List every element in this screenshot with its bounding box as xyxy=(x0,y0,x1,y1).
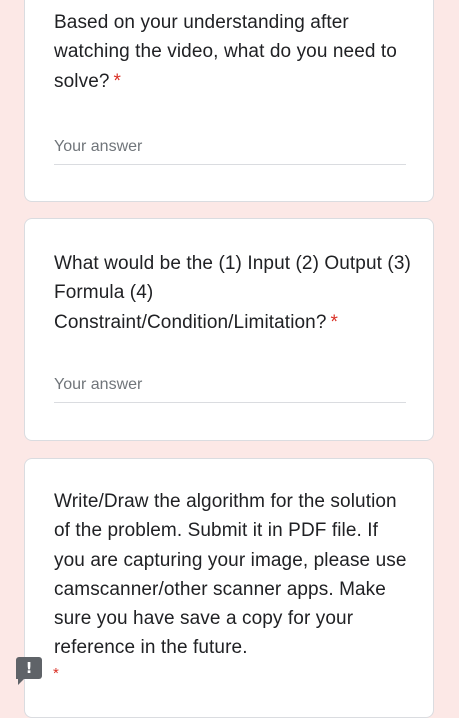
report-problem-icon: ! xyxy=(25,659,33,677)
question-card-3: Write/Draw the algorithm for the solutio… xyxy=(24,458,434,718)
question-card-1: Based on your understanding after watchi… xyxy=(24,0,434,202)
required-asterisk: * xyxy=(113,70,122,92)
required-asterisk: * xyxy=(53,665,59,682)
required-asterisk: * xyxy=(330,311,339,333)
answer-placeholder: Your answer xyxy=(54,138,143,155)
question-text: What would be the (1) Input (2) Output (… xyxy=(54,253,411,333)
question-title: What would be the (1) Input (2) Output (… xyxy=(54,249,414,337)
question-title: Write/Draw the algorithm for the solutio… xyxy=(54,487,414,663)
question-title: Based on your understanding after watchi… xyxy=(54,8,414,96)
question-text: Write/Draw the algorithm for the solutio… xyxy=(54,491,407,659)
answer-placeholder: Your answer xyxy=(54,376,143,393)
answer-input[interactable]: Your answer xyxy=(54,135,406,165)
report-problem-button[interactable]: ! xyxy=(16,657,42,685)
answer-input[interactable]: Your answer xyxy=(54,373,406,403)
question-text: Based on your understanding after watchi… xyxy=(54,12,397,92)
question-card-2: What would be the (1) Input (2) Output (… xyxy=(24,218,434,441)
